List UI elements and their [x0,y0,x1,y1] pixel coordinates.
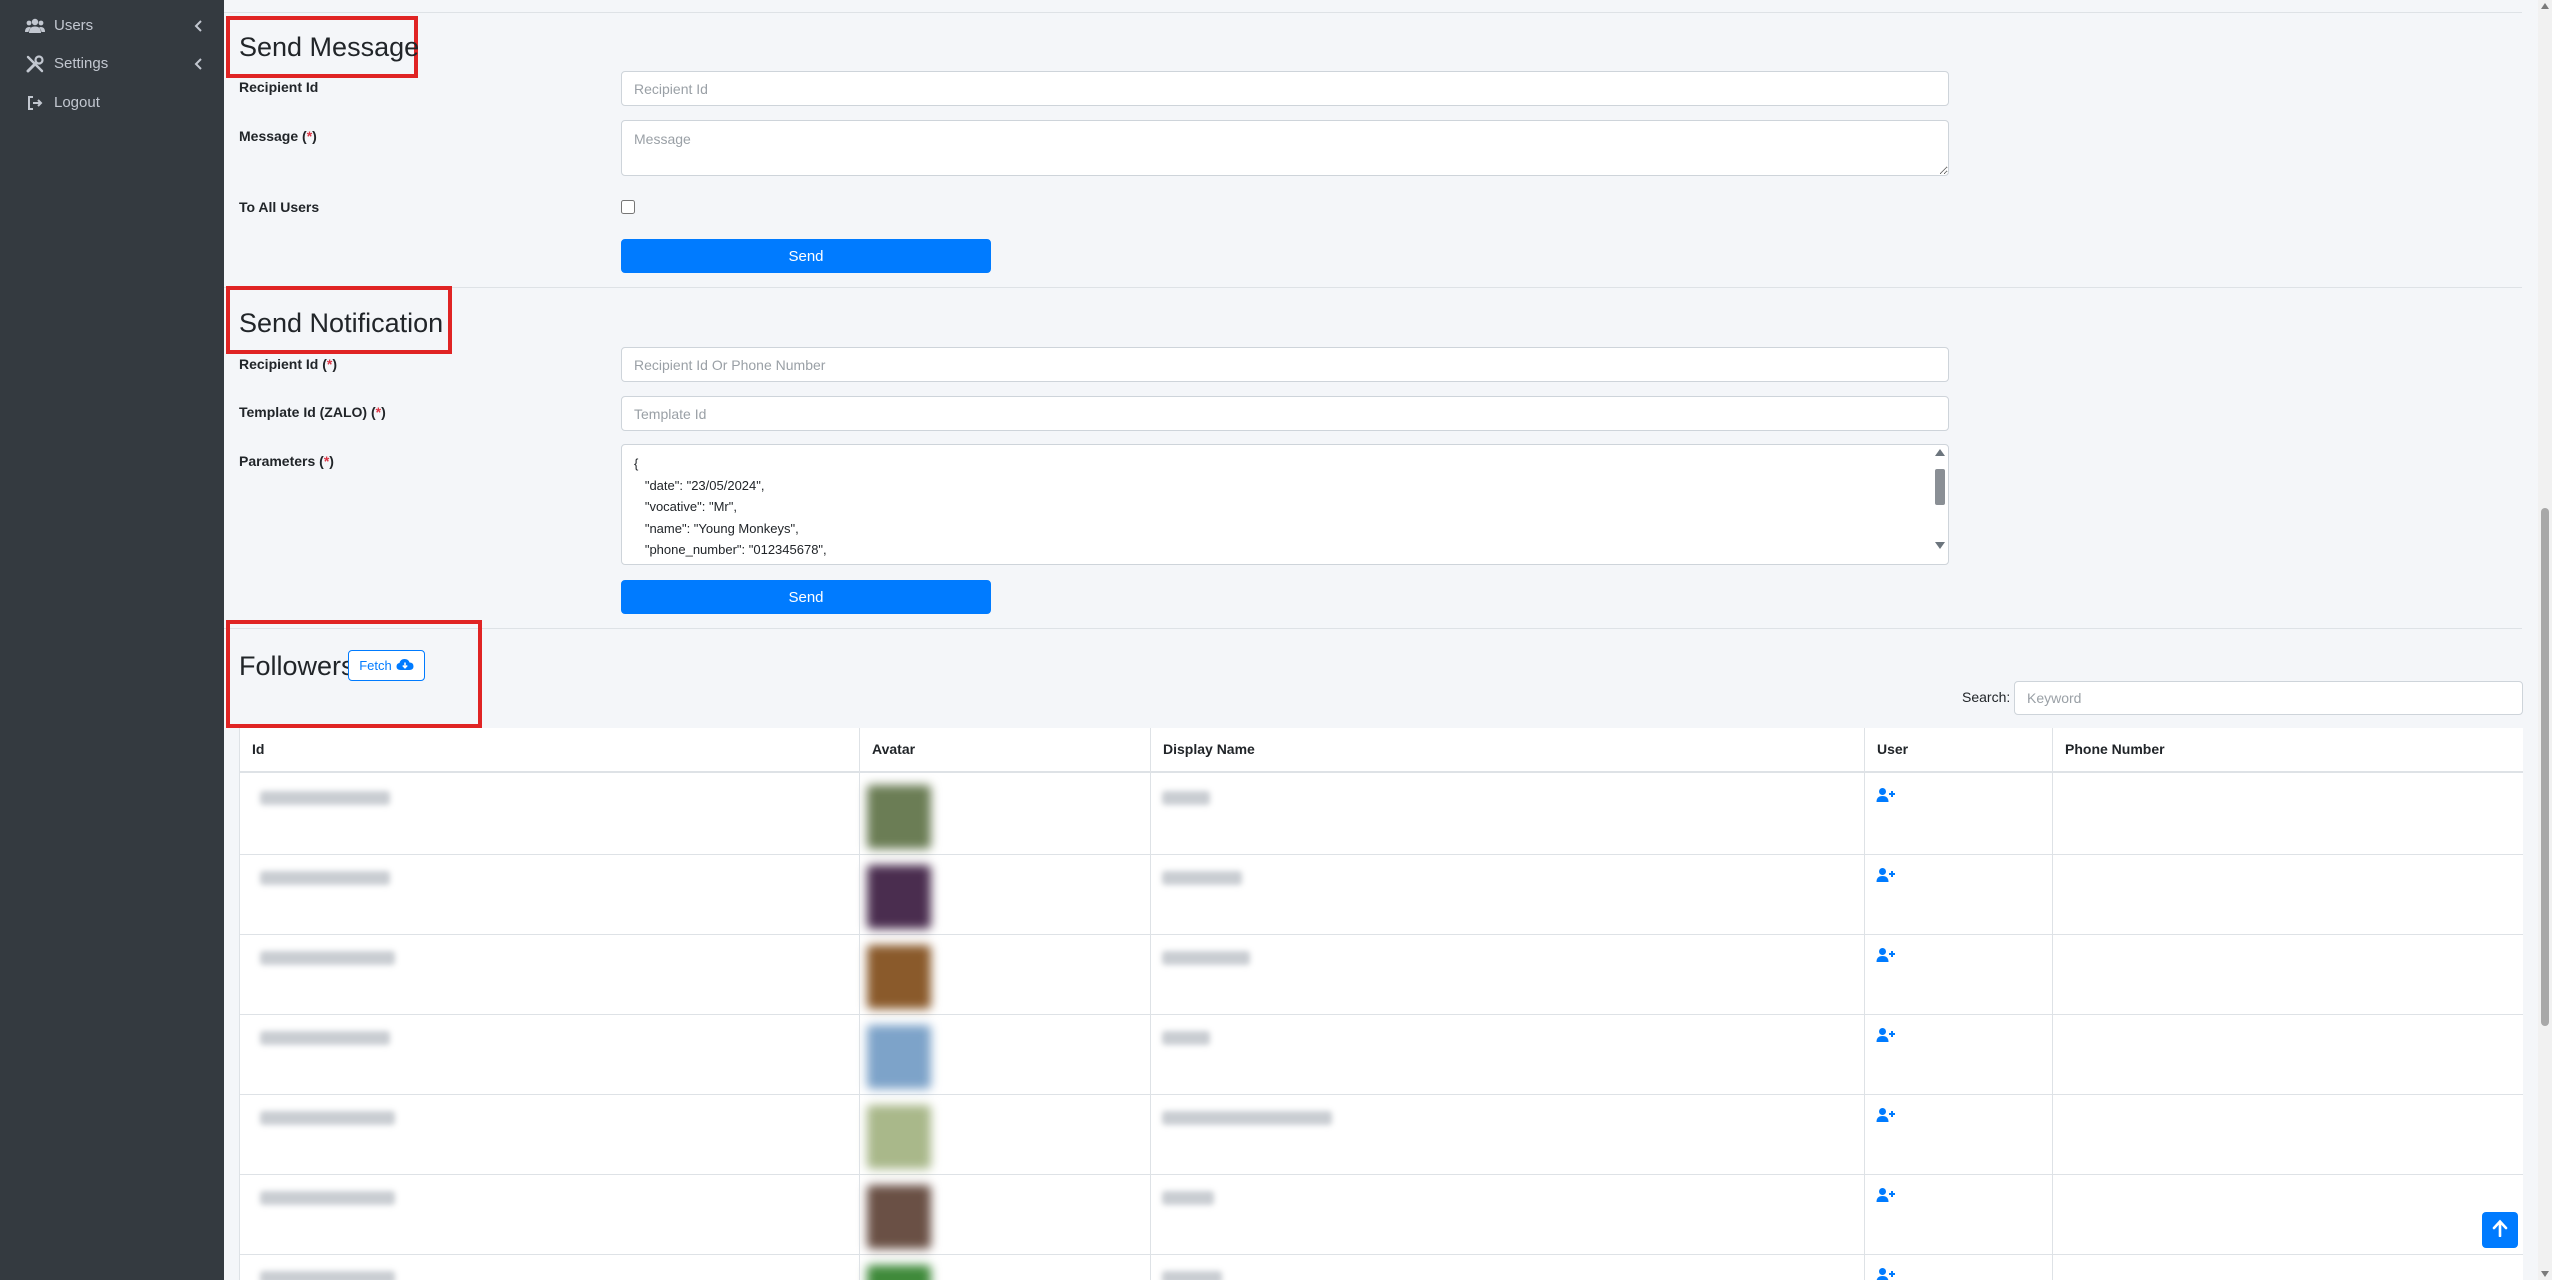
notification-recipient-input[interactable] [621,347,1949,382]
arrow-up-icon [2492,1219,2508,1242]
sidebar-item-users[interactable]: Users [0,6,224,45]
recipient-id-label: Recipient Id [239,79,319,95]
follower-id-redacted [260,871,390,885]
users-icon [24,17,46,35]
main-content: Send Message Recipient Id Message (*) To… [224,0,2540,1280]
column-header-avatar[interactable]: Avatar [859,728,1150,773]
user-plus-icon[interactable] [1876,947,1896,968]
user-plus-icon[interactable] [1876,1187,1896,1208]
search-input[interactable] [2014,681,2523,715]
message-textarea[interactable] [621,120,1949,176]
parameters-label: Parameters (*) [239,453,334,469]
send-notification-button[interactable]: Send [621,580,991,614]
column-divider [2052,728,2053,1280]
table-row[interactable] [240,935,2523,1015]
followers-table: Id Avatar Display Name User Phone Number [239,728,2523,1280]
chevron-left-icon [194,57,202,74]
divider [224,628,2522,629]
column-divider [1864,728,1865,1280]
table-row[interactable] [240,1255,2523,1280]
sidebar-item-label: Settings [54,55,109,72]
send-message-button[interactable]: Send [621,239,991,273]
table-row[interactable] [240,855,2523,935]
template-id-input[interactable] [621,396,1949,431]
avatar [867,1105,931,1169]
scroll-down-icon[interactable] [1935,542,1945,549]
to-all-users-checkbox[interactable] [621,200,635,214]
follower-id-redacted [260,1031,390,1045]
sidebar-item-label: Users [54,17,94,34]
user-plus-icon[interactable] [1876,787,1896,808]
chevron-left-icon [194,19,202,36]
send-notification-title: Send Notification [239,308,444,338]
column-header-id[interactable]: Id [240,728,859,773]
message-label: Message (*) [239,128,317,144]
user-plus-icon[interactable] [1876,1267,1896,1280]
avatar [867,1025,931,1089]
user-plus-icon[interactable] [1876,1107,1896,1128]
parameters-scrollbar[interactable] [1934,449,1946,549]
logout-icon [24,94,46,112]
table-row[interactable] [240,1175,2523,1255]
cloud-download-icon [396,658,414,674]
to-all-users-label: To All Users [239,199,320,215]
follower-id-redacted [260,1191,395,1205]
display-name-redacted [1162,871,1242,885]
tools-icon [24,54,46,73]
avatar [867,1265,931,1280]
parameters-value: { "date": "23/05/2024", "vocative": "Mr"… [634,456,827,557]
divider [224,12,2522,13]
sidebar-item-settings[interactable]: Settings [0,44,224,83]
scroll-thumb[interactable] [2541,508,2549,1026]
column-divider [1150,728,1151,1280]
table-row[interactable] [240,1015,2523,1095]
scroll-down-icon[interactable] [2541,1271,2549,1277]
fetch-label: Fetch [359,658,392,673]
column-divider [859,728,860,1280]
fetch-button[interactable]: Fetch [348,650,425,681]
table-header: Id Avatar Display Name User Phone Number [240,728,2523,773]
table-row[interactable] [240,775,2523,855]
column-header-phone-number[interactable]: Phone Number [2052,728,2524,773]
display-name-redacted [1162,1271,1222,1280]
follower-id-redacted [260,1271,395,1280]
search-label: Search: [1962,689,2011,705]
template-id-label: Template Id (ZALO) (*) [239,404,386,420]
page-scrollbar[interactable] [2538,0,2552,1280]
display-name-redacted [1162,1031,1210,1045]
sidebar-item-logout[interactable]: Logout [0,83,224,122]
avatar [867,1185,931,1249]
avatar [867,785,931,849]
sidebar: Users Settings Logout [0,0,224,1280]
scroll-to-top-button[interactable] [2482,1212,2518,1248]
follower-id-redacted [260,951,395,965]
display-name-redacted [1162,1111,1332,1125]
display-name-redacted [1162,951,1250,965]
followers-title: Followers [239,651,355,681]
follower-id-redacted [260,1111,395,1125]
scroll-thumb[interactable] [1935,469,1945,505]
user-plus-icon[interactable] [1876,867,1896,888]
display-name-redacted [1162,791,1210,805]
divider [224,287,2522,288]
notification-recipient-label: Recipient Id (*) [239,356,338,372]
avatar [867,945,931,1009]
column-header-display-name[interactable]: Display Name [1150,728,1864,773]
display-name-redacted [1162,1191,1214,1205]
table-row[interactable] [240,1095,2523,1175]
column-header-user[interactable]: User [1864,728,2052,773]
avatar [867,865,931,929]
follower-id-redacted [260,791,390,805]
user-plus-icon[interactable] [1876,1027,1896,1048]
scroll-up-icon[interactable] [2541,3,2549,9]
recipient-id-input[interactable] [621,71,1949,106]
parameters-textarea[interactable]: { "date": "23/05/2024", "vocative": "Mr"… [621,444,1949,565]
send-message-title: Send Message [239,32,420,62]
scroll-up-icon[interactable] [1935,449,1945,456]
sidebar-item-label: Logout [54,94,100,111]
